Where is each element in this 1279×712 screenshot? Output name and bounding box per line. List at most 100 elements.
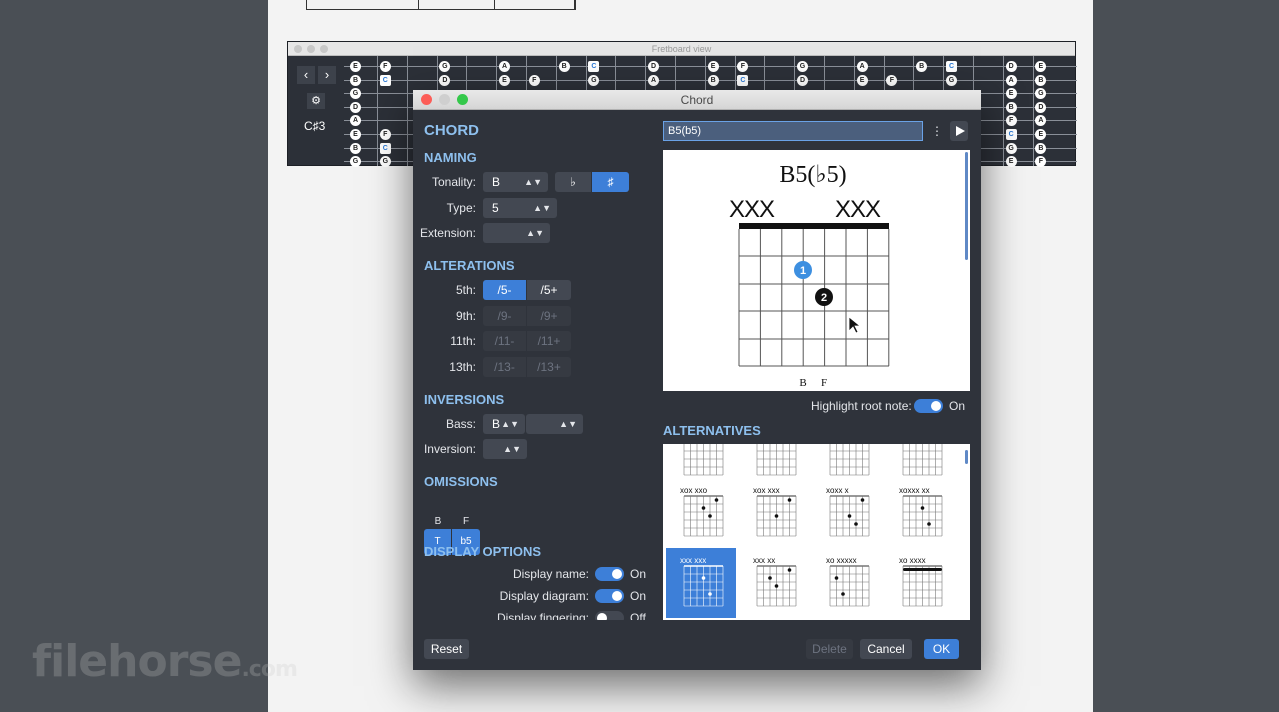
fret-note[interactable]: C xyxy=(737,74,749,86)
fret-note[interactable]: E xyxy=(1035,61,1047,72)
fret-note[interactable]: C xyxy=(379,142,391,154)
alternative-diagram[interactable] xyxy=(666,444,736,487)
flat-button[interactable]: ♭ xyxy=(555,172,592,192)
fret-note[interactable]: B xyxy=(350,142,361,154)
alternatives-list[interactable]: xo xxxx xo xxxxx xxx xx xxx xxx xoxxx xx xoxx… xyxy=(663,444,970,620)
sharp-ninth-button[interactable]: /9+ xyxy=(527,306,571,326)
fret-note[interactable]: B xyxy=(707,74,719,86)
fret-note[interactable]: F xyxy=(1005,115,1017,127)
tonality-select[interactable]: B ▲▼ xyxy=(483,172,548,192)
alternatives-scrollbar[interactable] xyxy=(965,450,968,464)
fret-note[interactable]: D xyxy=(648,61,659,72)
cancel-button[interactable]: Cancel xyxy=(860,639,912,659)
fret-note[interactable]: F xyxy=(379,61,391,72)
delete-button[interactable]: Delete xyxy=(806,639,853,659)
alternative-diagram[interactable]: xox xxo xyxy=(666,478,736,548)
alternative-diagram[interactable]: xoxxx xx xyxy=(885,478,955,548)
chord-settings-panel[interactable]: CHORD NAMING Tonality: B ▲▼ ♭ ♯ Type: 5 ▲▼… xyxy=(413,110,658,620)
more-options-icon[interactable]: ⋮ xyxy=(929,121,945,141)
sharp-button[interactable]: ♯ xyxy=(592,172,629,192)
fret-note[interactable]: G xyxy=(1005,142,1017,154)
reset-button[interactable]: Reset xyxy=(424,639,469,659)
highlight-root-toggle[interactable] xyxy=(914,399,943,413)
fret-note[interactable]: G xyxy=(350,156,361,168)
fret-note[interactable]: A xyxy=(1005,74,1017,86)
sharp-eleventh-button[interactable]: /11+ xyxy=(527,331,571,351)
fret-note[interactable]: G xyxy=(797,61,808,72)
fret-note[interactable]: D xyxy=(350,101,361,113)
fret-note[interactable]: F xyxy=(379,129,391,140)
ninth-alteration: /9- /9+ xyxy=(483,306,571,326)
alternative-diagram[interactable]: xxx xxx xyxy=(666,548,736,618)
flat-ninth-button[interactable]: /9- xyxy=(483,306,527,326)
previous-button[interactable]: ‹ xyxy=(297,66,315,84)
fret-note[interactable]: A xyxy=(1035,115,1047,127)
fret-note[interactable]: A xyxy=(856,61,868,72)
fret-note[interactable]: G xyxy=(350,88,361,100)
next-button[interactable]: › xyxy=(318,66,336,84)
sharp-fifth-button[interactable]: /5+ xyxy=(527,280,571,300)
ok-button[interactable]: OK xyxy=(924,639,959,659)
fret-note[interactable]: A xyxy=(350,115,361,127)
flat-thirteenth-button[interactable]: /13- xyxy=(483,357,527,377)
fret-note[interactable]: B xyxy=(1005,101,1017,113)
fret-note[interactable]: B xyxy=(916,61,928,72)
inversion-select[interactable]: ▲▼ xyxy=(483,439,527,459)
fret-note[interactable]: E xyxy=(856,74,868,86)
fret-note[interactable]: G xyxy=(946,74,957,86)
fret-note[interactable]: E xyxy=(350,61,361,72)
type-select[interactable]: 5 ▲▼ xyxy=(483,198,557,218)
alternative-diagram[interactable]: xo xxxxx xyxy=(812,548,882,618)
fret-note[interactable]: E xyxy=(350,129,361,140)
display-diagram-toggle[interactable] xyxy=(595,589,624,603)
fret-note[interactable]: D xyxy=(1005,61,1017,72)
fret-note[interactable]: G xyxy=(379,156,391,168)
alternative-diagram[interactable] xyxy=(885,444,955,487)
fret-note[interactable]: G xyxy=(439,61,451,72)
fret-note[interactable]: D xyxy=(797,74,808,86)
fret-note[interactable]: A xyxy=(648,74,659,86)
flat-fifth-button[interactable]: /5- xyxy=(483,280,527,300)
diagram-scrollbar[interactable] xyxy=(965,152,968,260)
fret-note[interactable]: E xyxy=(1035,129,1047,140)
gear-icon[interactable]: ⚙ xyxy=(307,93,325,109)
omission-notes: B F xyxy=(424,516,480,527)
fret-note[interactable]: D xyxy=(439,74,451,86)
fret-note[interactable]: F xyxy=(737,61,749,72)
fret-note[interactable]: E xyxy=(707,61,719,72)
alternative-diagram[interactable]: xo xxxx xyxy=(885,548,955,618)
fret-note[interactable]: B xyxy=(350,74,361,86)
display-name-toggle[interactable] xyxy=(595,567,624,581)
fret-note[interactable]: C xyxy=(1005,129,1017,140)
display-fingering-toggle[interactable] xyxy=(595,611,624,620)
alternative-diagram[interactable] xyxy=(739,444,809,487)
fret-note[interactable]: E xyxy=(499,74,510,86)
alternative-diagram[interactable] xyxy=(812,444,882,487)
extension-select[interactable]: ▲▼ xyxy=(483,223,550,243)
fret-note[interactable]: E xyxy=(1005,156,1017,168)
fret-note[interactable]: C xyxy=(379,74,391,86)
alternative-diagram[interactable]: xxx xx xyxy=(739,548,809,618)
fret-note[interactable]: C xyxy=(588,61,600,72)
alternative-diagram[interactable]: xoxx x xyxy=(812,478,882,548)
fret-note[interactable]: C xyxy=(946,61,957,72)
bass-octave-select[interactable]: ▲▼ xyxy=(526,414,583,434)
alternative-diagram[interactable]: xox xxx xyxy=(739,478,809,548)
fret-note[interactable]: B xyxy=(1035,74,1047,86)
chord-name-input[interactable]: B5(b5) xyxy=(663,121,923,141)
sharp-thirteenth-button[interactable]: /13+ xyxy=(527,357,571,377)
play-button[interactable] xyxy=(950,121,968,141)
fret-note[interactable]: F xyxy=(1035,156,1047,168)
fret-note[interactable]: B xyxy=(558,61,570,72)
fret-note[interactable]: F xyxy=(886,74,898,86)
fret-note[interactable]: A xyxy=(499,61,510,72)
alternative-muted-label: xox xxo xyxy=(680,486,708,495)
fret-note[interactable]: D xyxy=(1035,101,1047,113)
fret-note[interactable]: B xyxy=(1035,142,1047,154)
fret-note[interactable]: E xyxy=(1005,88,1017,100)
fret-note[interactable]: G xyxy=(588,74,600,86)
fret-note[interactable]: F xyxy=(528,74,540,86)
bass-select[interactable]: B ▲▼ xyxy=(483,414,525,434)
flat-eleventh-button[interactable]: /11- xyxy=(483,331,527,351)
fret-note[interactable]: G xyxy=(1035,88,1047,100)
